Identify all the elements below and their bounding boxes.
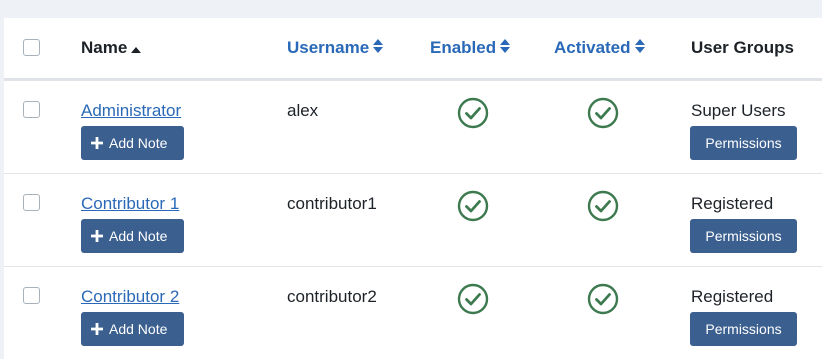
- column-header-name[interactable]: Name: [81, 38, 142, 59]
- row-checkbox[interactable]: [23, 101, 40, 118]
- check-circle-icon: [457, 97, 489, 129]
- add-note-button[interactable]: Add Note: [81, 126, 184, 160]
- add-note-button[interactable]: Add Note: [81, 312, 184, 346]
- table-row: Contributor 2 Add Note contributor2 Regi…: [4, 267, 822, 359]
- column-header-user-groups: User Groups: [691, 38, 794, 58]
- plus-icon: [91, 127, 103, 149]
- user-name-link[interactable]: Contributor 2: [81, 287, 179, 307]
- plus-icon: [91, 220, 103, 242]
- check-circle-icon: [587, 283, 619, 315]
- check-circle-icon: [587, 190, 619, 222]
- column-header-username[interactable]: Username: [287, 38, 384, 59]
- plus-icon: [91, 313, 103, 335]
- user-group-cell: Registered: [691, 287, 774, 306]
- user-group-cell: Registered: [691, 194, 774, 213]
- username-cell: alex: [287, 101, 319, 120]
- username-cell: contributor1: [287, 194, 377, 213]
- row-checkbox[interactable]: [23, 194, 40, 211]
- caret-up-icon: [131, 39, 142, 59]
- check-circle-icon: [457, 190, 489, 222]
- sort-arrows-icon: [373, 38, 384, 59]
- add-note-label: Add Note: [109, 228, 168, 244]
- user-group-cell: Super Users: [691, 101, 786, 120]
- check-circle-icon: [457, 283, 489, 315]
- column-header-enabled[interactable]: Enabled: [430, 38, 511, 59]
- column-header-name-label: Name: [81, 38, 128, 57]
- user-name-link[interactable]: Contributor 1: [81, 194, 179, 214]
- sort-arrows-icon: [634, 38, 645, 59]
- table-row: Contributor 1 Add Note contributor1 Regi…: [4, 174, 822, 267]
- permissions-button[interactable]: Permissions: [690, 126, 797, 160]
- row-checkbox[interactable]: [23, 287, 40, 304]
- select-all-checkbox[interactable]: [23, 39, 40, 56]
- permissions-button[interactable]: Permissions: [690, 312, 797, 346]
- column-header-activated-label: Activated: [554, 38, 631, 57]
- table-row: Administrator Add Note alex Super Users …: [4, 81, 822, 174]
- table-header-row: Name Username Enabled Activated User Gro…: [4, 18, 822, 81]
- column-header-username-label: Username: [287, 38, 370, 57]
- users-table: Name Username Enabled Activated User Gro…: [4, 18, 822, 359]
- check-circle-icon: [587, 97, 619, 129]
- add-note-button[interactable]: Add Note: [81, 219, 184, 253]
- column-header-enabled-label: Enabled: [430, 38, 497, 57]
- column-header-activated[interactable]: Activated: [554, 38, 645, 59]
- sort-arrows-icon: [500, 38, 511, 59]
- username-cell: contributor2: [287, 287, 377, 306]
- user-name-link[interactable]: Administrator: [81, 101, 181, 121]
- add-note-label: Add Note: [109, 135, 168, 151]
- column-header-user-groups-label: User Groups: [691, 38, 794, 57]
- permissions-button[interactable]: Permissions: [690, 219, 797, 253]
- add-note-label: Add Note: [109, 321, 168, 337]
